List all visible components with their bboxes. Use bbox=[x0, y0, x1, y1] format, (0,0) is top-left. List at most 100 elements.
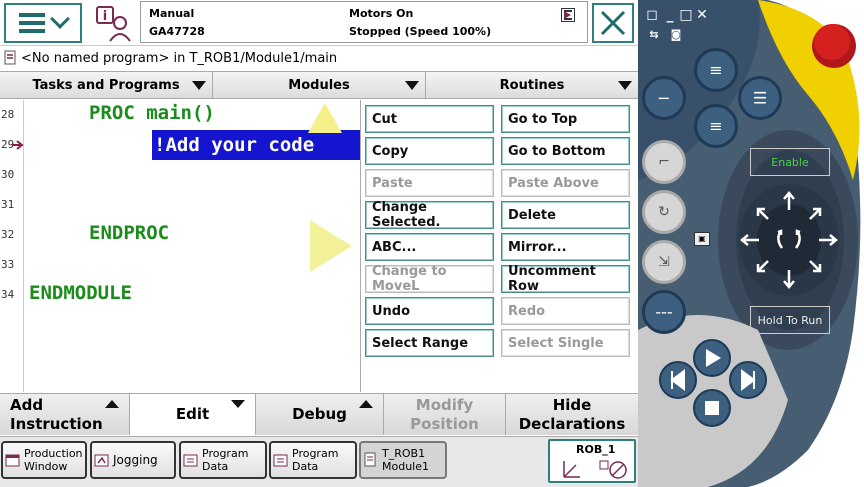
line-number: 30 bbox=[1, 168, 15, 181]
taskbar-program-data-2[interactable]: Program Data bbox=[269, 441, 357, 479]
preset-button-4[interactable]: ☰ bbox=[738, 76, 782, 120]
motion-mode-icon: ↻ bbox=[658, 204, 670, 220]
tab-label: Routines bbox=[499, 77, 565, 93]
scroll-right-arrow[interactable] bbox=[310, 220, 352, 272]
selected-code-line[interactable]: !Add your code bbox=[152, 130, 360, 160]
preset-button-3[interactable]: ≡ bbox=[694, 104, 738, 148]
minus-icon: − bbox=[657, 88, 671, 108]
double-bar-icon: ≡ bbox=[709, 60, 723, 80]
code-editor[interactable]: 28 29 30 31 32 33 34 PROC main() !Add yo… bbox=[0, 100, 360, 392]
swap-icon[interactable]: ⇆ bbox=[646, 28, 662, 42]
go-to-bottom-button[interactable]: Go to Bottom bbox=[501, 137, 630, 165]
preset-button-2[interactable]: − bbox=[642, 76, 686, 120]
step-forward-button[interactable] bbox=[714, 364, 754, 404]
increment-icon: ⇲ bbox=[658, 254, 670, 270]
window-restore-icon[interactable]: ◻ bbox=[644, 8, 660, 22]
emergency-stop-button[interactable] bbox=[802, 14, 862, 74]
enable-label: Enable bbox=[750, 148, 830, 176]
operating-mode: Manual bbox=[149, 7, 195, 20]
screen-toggle-icon[interactable]: ▣ bbox=[694, 232, 710, 246]
button-label: Add Instruction bbox=[10, 395, 103, 433]
chevron-down-icon bbox=[50, 9, 70, 29]
abc-button[interactable]: ABC... bbox=[365, 233, 494, 261]
paste-button[interactable]: Paste bbox=[365, 169, 494, 197]
close-button[interactable] bbox=[592, 3, 634, 43]
scroll-up-arrow[interactable] bbox=[308, 103, 342, 133]
joystick[interactable] bbox=[734, 180, 844, 300]
mirror-button[interactable]: Mirror... bbox=[501, 233, 630, 261]
robot-arm-icon: ⌐ bbox=[658, 154, 670, 170]
delete-button[interactable]: Delete bbox=[501, 201, 630, 229]
toggle-increment-button[interactable]: ⇲ bbox=[642, 240, 686, 284]
redo-button[interactable]: Redo bbox=[501, 297, 630, 325]
code-line[interactable]: PROC main() bbox=[89, 102, 215, 124]
event-log-icon[interactable]: i bbox=[94, 5, 134, 43]
hold-to-run-label: Hold To Run bbox=[750, 306, 830, 334]
select-range-button[interactable]: Select Range bbox=[365, 329, 494, 357]
uncomment-row-button[interactable]: Uncomment Row bbox=[501, 264, 630, 294]
program-status-icon bbox=[561, 8, 575, 22]
taskbar-t-rob1-module1[interactable]: T_ROB1 Module1 bbox=[359, 441, 447, 479]
stop-button[interactable] bbox=[678, 392, 718, 432]
tab-routines[interactable]: Routines bbox=[426, 72, 638, 98]
button-label: Edit bbox=[175, 405, 210, 423]
flexpendant-hardware: ◻ _ □ ✕ ⇆ ◙ ≡ − ≡ ☰ ⌐ ↻ ⇲ --- Enable ▣ H… bbox=[638, 0, 864, 487]
start-button[interactable] bbox=[678, 342, 718, 382]
select-mechanical-unit-button[interactable]: ⌐ bbox=[642, 140, 686, 184]
taskbar-label: Production Window bbox=[24, 447, 83, 473]
caret-down-icon bbox=[618, 81, 632, 90]
taskbar-label: Jogging bbox=[113, 452, 158, 467]
line-number: 28 bbox=[1, 108, 15, 121]
quickset-mechanical-unit[interactable]: ROB_1 bbox=[548, 439, 636, 483]
svg-text:i: i bbox=[103, 9, 107, 24]
debug-button[interactable]: Debug bbox=[256, 394, 384, 435]
taskbar-jogging[interactable]: Jogging bbox=[90, 441, 176, 479]
top-bar: i Manual GA47728 Motors On Stopped (Spee… bbox=[0, 0, 638, 46]
status-panel[interactable]: Manual GA47728 Motors On Stopped (Speed … bbox=[140, 1, 588, 43]
caret-up-icon bbox=[105, 400, 119, 408]
step-backward-button[interactable] bbox=[644, 364, 684, 404]
taskbar-production-window[interactable]: Production Window bbox=[1, 441, 87, 479]
main-menu-button[interactable] bbox=[4, 3, 82, 43]
caret-down-icon bbox=[231, 400, 245, 408]
tab-label: Modules bbox=[288, 77, 350, 93]
paste-above-button[interactable]: Paste Above bbox=[501, 169, 630, 197]
tab-modules[interactable]: Modules bbox=[213, 72, 426, 98]
edit-button[interactable]: Edit bbox=[130, 394, 256, 435]
controller-name: GA47728 bbox=[149, 25, 205, 38]
caret-up-icon bbox=[359, 400, 373, 408]
preset-button-1[interactable]: ≡ bbox=[694, 48, 738, 92]
camera-icon[interactable]: ◙ bbox=[668, 28, 684, 42]
taskbar-program-data-1[interactable]: Program Data bbox=[179, 441, 267, 479]
code-line[interactable]: ENDMODULE bbox=[29, 282, 132, 304]
select-single-button[interactable]: Select Single bbox=[501, 329, 630, 357]
copy-button[interactable]: Copy bbox=[365, 137, 494, 165]
toggle-motion-mode-button[interactable]: ↻ bbox=[642, 190, 686, 234]
caret-down-icon bbox=[192, 81, 206, 90]
modify-position-button[interactable]: Modify Position bbox=[384, 394, 506, 435]
change-selected-button[interactable]: Change Selected. bbox=[365, 200, 494, 230]
toggle-axes-button[interactable]: --- bbox=[642, 290, 686, 334]
caret-down-icon bbox=[405, 81, 419, 90]
undo-button[interactable]: Undo bbox=[365, 297, 494, 325]
window-maximize-icon[interactable]: □ bbox=[678, 8, 694, 22]
cut-button[interactable]: Cut bbox=[365, 105, 494, 133]
window-close-icon[interactable]: ✕ bbox=[694, 8, 710, 22]
flexpendant-screen: i Manual GA47728 Motors On Stopped (Spee… bbox=[0, 0, 638, 487]
program-icon bbox=[4, 50, 16, 65]
go-to-top-button[interactable]: Go to Top bbox=[501, 105, 630, 133]
code-line[interactable]: ENDPROC bbox=[89, 222, 169, 244]
hide-declarations-button[interactable]: Hide Declarations bbox=[506, 394, 638, 435]
add-instruction-button[interactable]: Add Instruction bbox=[0, 394, 130, 435]
tab-label: Tasks and Programs bbox=[32, 77, 180, 93]
coordinate-system-icon bbox=[563, 460, 627, 479]
program-editor-icon bbox=[364, 452, 376, 467]
change-to-movel-button[interactable]: Change to MoveL bbox=[365, 264, 494, 294]
line-number: 34 bbox=[1, 288, 15, 301]
taskbar-label: Program Data bbox=[202, 447, 249, 473]
window-minimize-icon[interactable]: _ bbox=[662, 8, 678, 22]
button-label: Hide Declarations bbox=[518, 395, 626, 433]
program-data-icon bbox=[273, 454, 288, 467]
tab-tasks-and-programs[interactable]: Tasks and Programs bbox=[0, 72, 213, 98]
quad-bar-icon: ☰ bbox=[752, 88, 768, 108]
